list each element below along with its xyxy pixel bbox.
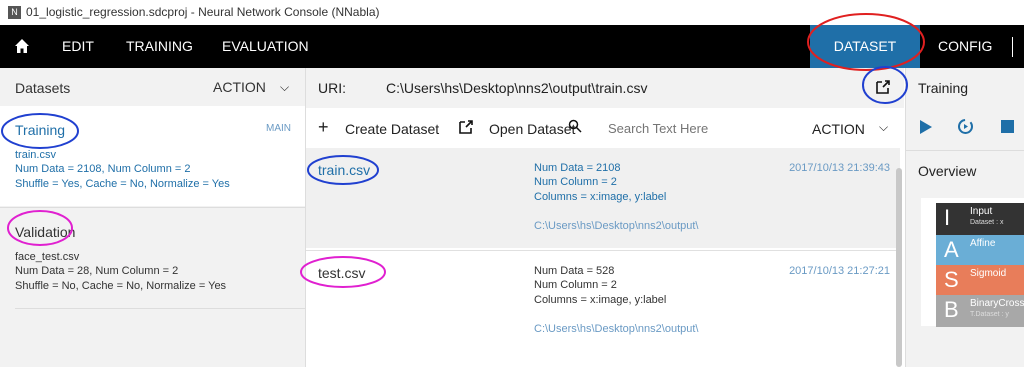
external-link-icon[interactable] <box>875 79 891 100</box>
layer-letter: S <box>944 267 959 292</box>
dataset-num-column: Num Column = 2 <box>534 176 617 188</box>
dataset-card-validation[interactable]: Validation face_test.csv Num Data = 28, … <box>0 207 305 308</box>
layer-letter: I <box>944 205 951 230</box>
dataset-card-training[interactable]: Training MAIN train.csv Num Data = 2108,… <box>0 106 305 206</box>
layer-letter: A <box>944 237 959 262</box>
dataset-columns: Columns = x:image, y:label <box>534 294 667 306</box>
layer-name: Input <box>970 206 993 217</box>
window-title-bar: N 01_logistic_regression.sdcproj - Neura… <box>0 0 1024 26</box>
nav-config[interactable]: CONFIG <box>938 25 992 68</box>
dataset-num-data: Num Data = 528 <box>534 265 615 277</box>
layer-binarycrossentropy: B BinaryCrossEntropy T.Dataset : y <box>936 295 1024 327</box>
card-file-training: train.csv <box>15 149 56 161</box>
stop-icon[interactable] <box>1001 120 1014 133</box>
app-icon: N <box>8 6 21 19</box>
layer-affine: A Affine <box>936 235 1024 267</box>
dataset-path: C:\Users\hs\Desktop\nns2\output\ <box>534 323 699 335</box>
dataset-row[interactable]: test.csv Num Data = 528 Num Column = 2 C… <box>306 250 900 351</box>
datasets-title: Datasets <box>15 80 71 96</box>
nav-training[interactable]: TRAINING <box>126 25 193 68</box>
layer-letter: B <box>944 297 959 322</box>
list-scrollbar[interactable] <box>896 168 902 367</box>
datasets-panel: Datasets ACTION ⌵ Training MAIN train.cs… <box>0 68 320 367</box>
nav-dataset[interactable]: DATASET <box>810 25 920 68</box>
uri-label: URI: <box>318 80 346 96</box>
dataset-num-data: Num Data = 2108 <box>534 162 621 174</box>
search-icon <box>568 119 582 138</box>
datasets-header: Datasets ACTION ⌵ <box>0 68 305 106</box>
divider <box>906 150 1024 151</box>
dataset-date: 2017/10/13 21:27:21 <box>789 265 890 277</box>
nav-divider <box>1012 37 1013 57</box>
overview-title: Overview <box>918 163 977 179</box>
main-nav: EDIT TRAINING EVALUATION DATASET CONFIG <box>0 25 1024 68</box>
dataset-name[interactable]: test.csv <box>318 265 365 281</box>
home-icon[interactable] <box>14 38 30 59</box>
dataset-path: C:\Users\hs\Desktop\nns2\output\ <box>534 220 699 232</box>
layer-sigmoid: S Sigmoid <box>936 265 1024 297</box>
play-icon[interactable] <box>920 120 932 139</box>
dataset-list: train.csv Num Data = 2108 Num Column = 2… <box>306 148 904 367</box>
dataset-name[interactable]: train.csv <box>318 162 370 178</box>
card-title-training: Training <box>15 122 66 138</box>
main-badge: MAIN <box>266 123 291 134</box>
layer-input: I Input Dataset : x <box>936 203 1024 235</box>
card-file-validation: face_test.csv <box>15 251 80 263</box>
create-dataset-button[interactable]: Create Dataset <box>345 121 439 137</box>
nav-evaluation[interactable]: EVALUATION <box>222 25 309 68</box>
card-info-validation: Num Data = 28, Num Column = 2 <box>15 265 179 277</box>
uri-value: C:\Users\hs\Desktop\nns2\output\train.cs… <box>386 80 648 96</box>
dataset-date: 2017/10/13 21:39:43 <box>789 162 890 174</box>
open-external-icon[interactable] <box>458 119 474 140</box>
uri-bar: URI: C:\Users\hs\Desktop\nns2\output\tra… <box>306 68 904 108</box>
card-title-validation: Validation <box>15 224 76 240</box>
nav-edit[interactable]: EDIT <box>62 25 94 68</box>
card-flags-validation: Shuffle = No, Cache = No, Normalize = Ye… <box>15 280 227 292</box>
layer-name: Affine <box>970 238 996 249</box>
layer-sub: Dataset : x <box>970 219 1004 226</box>
layer-name: Sigmoid <box>970 268 1007 279</box>
training-panel-title: Training <box>918 80 969 96</box>
open-dataset-button[interactable]: Open Dataset <box>489 121 575 137</box>
network-overview[interactable]: I Input Dataset : x A Affine S Sigmoid B… <box>921 198 1024 327</box>
toolbar-action-button[interactable]: ACTION <box>812 121 865 137</box>
profile-icon[interactable] <box>957 118 974 140</box>
dataset-toolbar: + Create Dataset Open Dataset ACTION ⌵ <box>306 108 904 149</box>
layer-sub: T.Dataset : y <box>970 311 1009 318</box>
card-flags-training: Shuffle = Yes, Cache = No, Normalize = Y… <box>15 178 230 190</box>
plus-icon[interactable]: + <box>318 117 329 138</box>
chevron-down-icon[interactable]: ⌵ <box>280 80 289 95</box>
chevron-down-icon[interactable]: ⌵ <box>879 120 888 135</box>
divider <box>15 308 320 309</box>
layer-name: BinaryCrossEntropy <box>970 298 1024 309</box>
dataset-columns: Columns = x:image, y:label <box>534 191 667 203</box>
window-title: 01_logistic_regression.sdcproj - Neural … <box>26 5 380 19</box>
dataset-row[interactable]: train.csv Num Data = 2108 Num Column = 2… <box>306 148 900 248</box>
datasets-action-button[interactable]: ACTION <box>213 79 266 95</box>
card-info-training: Num Data = 2108, Num Column = 2 <box>15 163 191 175</box>
training-panel: Training Overview I Input Dataset : x A … <box>905 68 1024 367</box>
dataset-num-column: Num Column = 2 <box>534 279 617 291</box>
search-input[interactable] <box>606 116 780 140</box>
